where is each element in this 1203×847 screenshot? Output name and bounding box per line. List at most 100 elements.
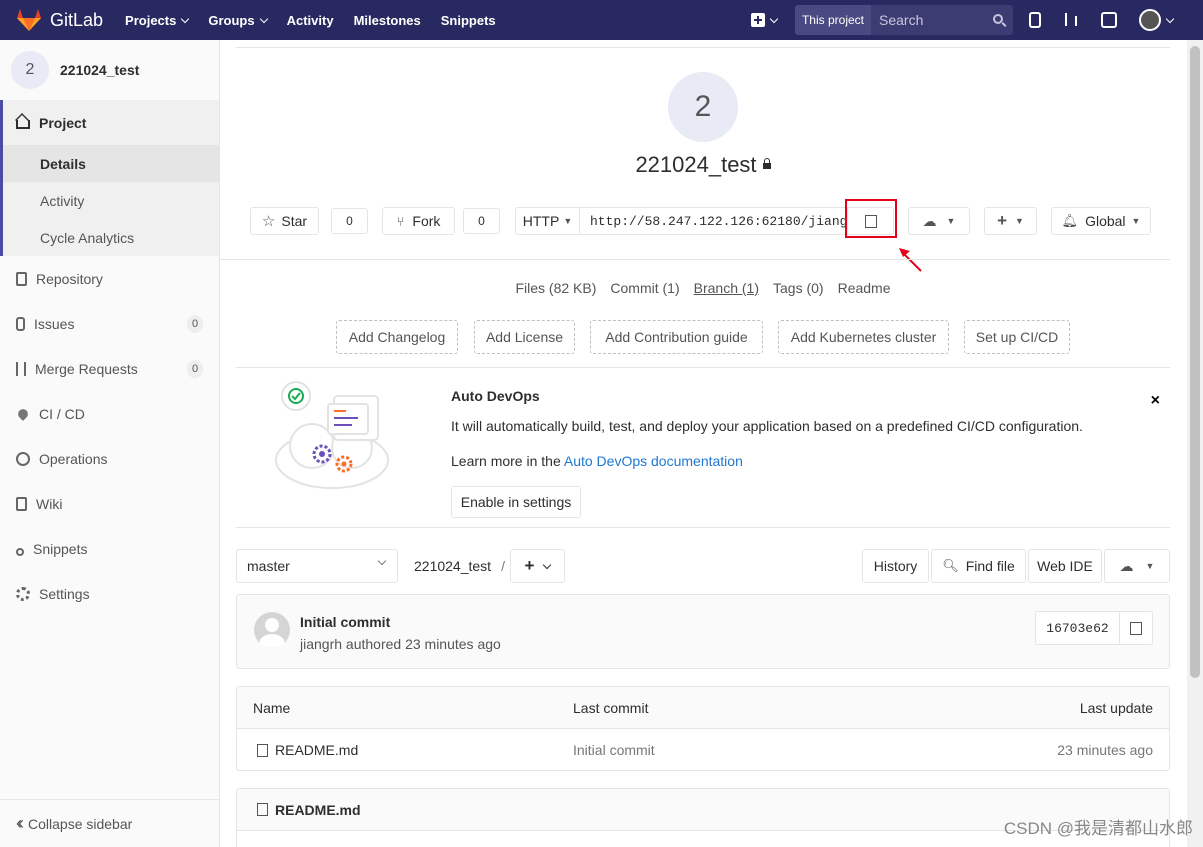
sidebar-item-snippets[interactable]: Snippets (0, 526, 219, 571)
auto-devops-description: It will automatically build, test, and d… (451, 418, 1083, 434)
breadcrumb: 221024_test / (414, 558, 505, 574)
brand-name: GitLab (50, 9, 104, 30)
divider (236, 47, 1170, 48)
caret-down-icon: ▼ (1131, 216, 1141, 226)
merge-request-icon[interactable] (1063, 12, 1079, 28)
search-input[interactable]: Search (871, 5, 1013, 35)
avatar[interactable] (254, 612, 290, 648)
nav-milestones[interactable]: Milestones (354, 13, 421, 28)
notification-dropdown[interactable]: 🔔︎ Global ▼ (1051, 207, 1151, 235)
stat-branches[interactable]: Branch (1) (694, 280, 759, 296)
stat-tags[interactable]: Tags (0) (773, 280, 824, 296)
table-header: Name Last commit Last update (237, 687, 1169, 729)
search-icon: 🔍︎ (942, 558, 959, 573)
star-button[interactable]: ☆ Star (250, 207, 319, 235)
stat-files[interactable]: Files (82 KB) (515, 280, 596, 296)
nav-projects[interactable]: Projects (125, 13, 190, 28)
download-dropdown[interactable]: ☁ ▼ (1104, 549, 1170, 583)
branch-selector[interactable]: master (236, 549, 398, 583)
plus-icon (750, 13, 765, 27)
table-row[interactable]: README.md Initial commit 23 minutes ago (237, 729, 1169, 771)
search-box[interactable]: This project Search (794, 5, 1013, 35)
sidebar-item-merge-requests[interactable]: Merge Requests 0 (0, 346, 219, 391)
collapse-sidebar-button[interactable]: ‹‹ Collapse sidebar (0, 799, 219, 847)
add-changelog-button[interactable]: Add Changelog (336, 320, 458, 354)
commit-meta: jiangrh authored 23 minutes ago (300, 636, 501, 652)
issues-icon (16, 316, 25, 331)
page-scrollbar[interactable] (1187, 40, 1203, 847)
todo-icon[interactable] (1101, 12, 1117, 28)
sidebar-item-details[interactable]: Details (3, 145, 219, 182)
doc-icon (16, 271, 27, 286)
home-icon (16, 120, 30, 129)
project-avatar: 2 (11, 51, 49, 89)
fork-count[interactable]: 0 (463, 208, 500, 234)
file-last-update: 23 minutes ago (1057, 742, 1153, 758)
breadcrumb-project[interactable]: 221024_test (414, 558, 491, 574)
stat-commits[interactable]: Commit (1) (610, 280, 679, 296)
sidebar-item-cycle-analytics[interactable]: Cycle Analytics (3, 219, 219, 256)
fork-button[interactable]: ⑂ Fork (382, 207, 455, 235)
web-ide-button[interactable]: Web IDE (1028, 549, 1102, 583)
commit-sha-group: 16703e62 (1035, 611, 1153, 645)
nav-activity[interactable]: Activity (287, 13, 334, 28)
sidebar-item-project[interactable]: Project (3, 100, 219, 145)
sidebar-project-section: Project Details Activity Cycle Analytics (0, 100, 219, 256)
chevron-down-icon (1165, 14, 1175, 23)
book-icon (16, 496, 27, 511)
find-file-button[interactable]: 🔍︎ Find file (931, 549, 1026, 583)
issues-icon[interactable] (1029, 12, 1041, 28)
clone-url-input[interactable]: http://58.247.122.126:62180/jiangrh/2210… (579, 207, 847, 235)
sidebar-item-wiki[interactable]: Wiki (0, 481, 219, 526)
lock-icon (762, 158, 771, 170)
nav-groups[interactable]: Groups (208, 13, 268, 28)
sidebar-item-ci-cd[interactable]: CI / CD (0, 391, 219, 436)
history-button[interactable]: History (862, 549, 929, 583)
new-dropdown[interactable] (750, 13, 779, 27)
search-icon (993, 14, 1003, 24)
file-name[interactable]: README.md (257, 742, 358, 758)
sidebar-item-operations[interactable]: Operations (0, 436, 219, 481)
download-dropdown[interactable]: ☁ ▼ (908, 207, 970, 235)
gitlab-logo[interactable]: GitLab (16, 8, 103, 32)
add-kubernetes-cluster-button[interactable]: Add Kubernetes cluster (778, 320, 949, 354)
auto-devops-docs-link[interactable]: Auto DevOps documentation (564, 453, 743, 469)
file-icon (257, 803, 268, 816)
commit-title[interactable]: Initial commit (300, 614, 390, 630)
scrollbar-thumb[interactable] (1190, 46, 1200, 678)
merge-requests-count-badge: 0 (187, 360, 203, 378)
column-header-name: Name (253, 700, 291, 716)
sidebar-project-header[interactable]: 2 221024_test (0, 40, 219, 100)
star-icon: ☆ (261, 213, 276, 230)
stat-readme[interactable]: Readme (838, 280, 891, 296)
sidebar-item-issues[interactable]: Issues 0 (0, 301, 219, 346)
protocol-dropdown[interactable]: HTTP ▼ (515, 207, 580, 235)
watermark: CSDN @我是清都山水郎 (1003, 819, 1193, 838)
column-header-last-commit: Last commit (573, 700, 649, 716)
sidebar-item-repository[interactable]: Repository (0, 256, 219, 301)
setup-ci-cd-button[interactable]: Set up CI/CD (964, 320, 1070, 354)
auto-devops-learn-more: Learn more in the Auto DevOps documentat… (451, 453, 743, 469)
add-to-tree-dropdown[interactable]: + (510, 549, 565, 583)
close-icon[interactable]: × (1151, 392, 1160, 410)
star-count[interactable]: 0 (331, 208, 368, 234)
sidebar-item-settings[interactable]: Settings (0, 571, 219, 616)
enable-in-settings-button[interactable]: Enable in settings (451, 486, 581, 518)
file-icon (257, 744, 268, 757)
sidebar-item-activity[interactable]: Activity (3, 182, 219, 219)
add-license-button[interactable]: Add License (474, 320, 575, 354)
add-dropdown[interactable]: + ▼ (984, 207, 1037, 235)
rocket-icon (16, 406, 30, 421)
copy-sha-button[interactable] (1120, 612, 1152, 644)
avatar (1139, 9, 1161, 31)
project-title: 221024_test (236, 152, 1170, 178)
nav-snippets[interactable]: Snippets (441, 13, 496, 28)
commit-sha[interactable]: 16703e62 (1036, 612, 1120, 644)
user-menu[interactable] (1139, 9, 1175, 31)
copy-icon (1126, 618, 1142, 635)
sidebar: 2 221024_test Project Details Activity C… (0, 40, 220, 847)
caret-down-icon: ▼ (946, 216, 956, 226)
file-last-commit[interactable]: Initial commit (573, 742, 655, 758)
search-scope[interactable]: This project (794, 5, 871, 35)
add-contribution-guide-button[interactable]: Add Contribution guide (590, 320, 763, 354)
